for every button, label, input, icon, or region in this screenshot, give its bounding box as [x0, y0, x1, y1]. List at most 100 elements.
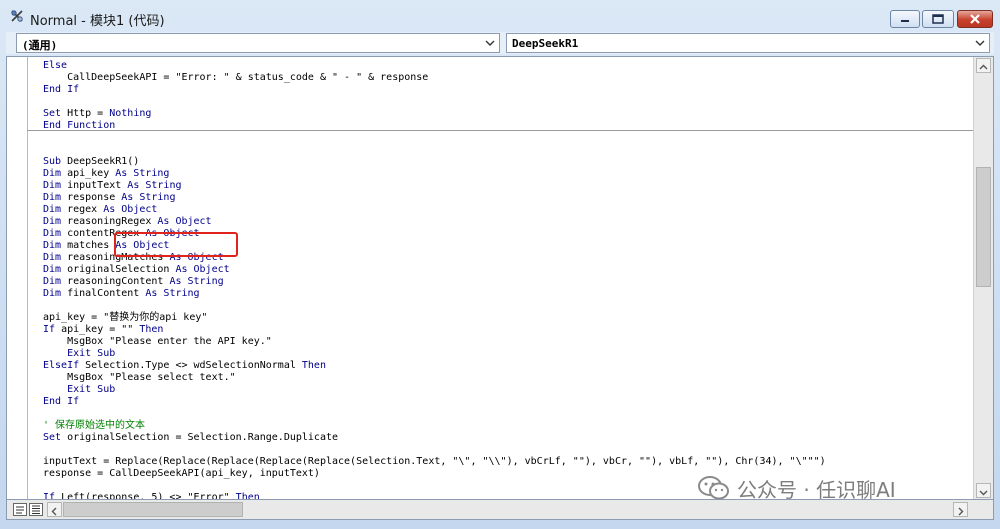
code-keyword: Then: [301, 360, 326, 371]
code-line[interactable]: ' 保存原始选中的文本: [43, 420, 826, 432]
code-keyword: As Object: [157, 216, 212, 227]
code-token: originalSelection: [61, 264, 176, 275]
scroll-left-button[interactable]: [47, 502, 62, 517]
code-keyword: As String: [115, 168, 170, 179]
code-keyword: Sub: [43, 156, 62, 167]
code-line[interactable]: Dim response As String: [43, 192, 826, 204]
vertical-scrollbar[interactable]: [973, 57, 993, 499]
code-line[interactable]: Dim regex As Object: [43, 204, 826, 216]
scroll-down-button[interactable]: [976, 483, 991, 498]
scroll-right-button[interactable]: [953, 502, 968, 517]
code-keyword: Dim: [43, 264, 62, 275]
code-token: api_key = "": [55, 324, 140, 335]
code-keyword: As String: [169, 276, 224, 287]
wechat-icon: [698, 476, 729, 500]
code-line[interactable]: api_key = "替换为你的api key": [43, 312, 826, 324]
minimize-icon: [901, 20, 909, 22]
highlight-box: [114, 232, 238, 257]
chevron-up-icon: [979, 64, 988, 70]
code-keyword: Dim: [43, 252, 62, 263]
code-keyword: Dim: [43, 192, 62, 203]
procedure-view-icon[interactable]: [13, 503, 27, 516]
code-line[interactable]: Dim inputText As String: [43, 180, 826, 192]
code-token: DeepSeekR1(): [61, 156, 140, 167]
code-keyword: Exit Sub: [43, 384, 116, 395]
code-editor[interactable]: Else CallDeepSeekAPI = "Error: " & statu…: [6, 56, 994, 500]
code-text[interactable]: Else CallDeepSeekAPI = "Error: " & statu…: [43, 60, 826, 500]
minimize-button[interactable]: [890, 10, 920, 28]
code-token: MsgBox "Please select text.": [43, 372, 236, 383]
code-token: Http =: [61, 108, 110, 119]
code-line[interactable]: Dim finalContent As String: [43, 288, 826, 300]
code-token: api_key: [61, 168, 116, 179]
code-keyword: As String: [127, 180, 182, 191]
code-keyword: Dim: [43, 240, 62, 251]
margin-indicator-bar[interactable]: [7, 57, 28, 499]
object-dropdown-value: (通用): [22, 39, 58, 52]
code-line[interactable]: [43, 444, 826, 456]
code-token: api_key = "替换为你的api key": [43, 312, 208, 323]
code-line[interactable]: [43, 300, 826, 312]
code-line[interactable]: ElseIf Selection.Type <> wdSelectionNorm…: [43, 360, 826, 372]
code-keyword: ElseIf: [43, 360, 80, 371]
code-line[interactable]: Exit Sub: [43, 348, 826, 360]
code-line[interactable]: Set Http = Nothing: [43, 108, 826, 120]
code-keyword: Exit Sub: [43, 348, 116, 359]
chevron-down-icon: [979, 490, 988, 496]
code-line[interactable]: If api_key = "" Then: [43, 324, 826, 336]
close-button[interactable]: [957, 10, 993, 28]
code-line[interactable]: Dim originalSelection As Object: [43, 264, 826, 276]
code-line[interactable]: End If: [43, 396, 826, 408]
maximize-icon: [932, 14, 944, 24]
code-line[interactable]: inputText = Replace(Replace(Replace(Repl…: [43, 456, 826, 468]
code-keyword: End If: [43, 396, 80, 407]
code-keyword: As String: [145, 288, 200, 299]
code-token: Selection.Type <> wdSelectionNormal: [79, 360, 302, 371]
chevron-down-icon[interactable]: [482, 35, 498, 51]
code-token: inputText: [61, 180, 128, 191]
code-keyword: If: [43, 324, 56, 335]
code-line[interactable]: End If: [43, 84, 826, 96]
watermark-text: 公众号 · 任识聊AI: [737, 477, 896, 502]
procedure-bar: (通用) DeepSeekR1: [6, 32, 994, 54]
horizontal-scroll-thumb[interactable]: [63, 502, 243, 517]
procedure-dropdown[interactable]: DeepSeekR1: [506, 33, 990, 53]
code-line[interactable]: Exit Sub: [43, 384, 826, 396]
code-line[interactable]: Dim reasoningRegex As Object: [43, 216, 826, 228]
code-line[interactable]: Else: [43, 60, 826, 72]
code-keyword: Dim: [43, 216, 62, 227]
title-bar[interactable]: Normal - 模块1 (代码): [0, 0, 1000, 30]
code-token: regex: [61, 204, 104, 215]
code-token: reasoningContent: [61, 276, 170, 287]
word-document-icon: [11, 10, 23, 22]
code-line[interactable]: MsgBox "Please select text.": [43, 372, 826, 384]
code-line[interactable]: Set originalSelection = Selection.Range.…: [43, 432, 826, 444]
code-keyword: Dim: [43, 204, 62, 215]
code-token: inputText = Replace(Replace(Replace(Repl…: [43, 456, 826, 467]
code-line[interactable]: Sub DeepSeekR1(): [43, 156, 826, 168]
window-title: Normal - 模块1 (代码): [30, 14, 165, 29]
chevron-down-icon[interactable]: [972, 35, 988, 51]
code-line[interactable]: [43, 96, 826, 108]
scroll-up-button[interactable]: [976, 58, 991, 73]
code-keyword: Dim: [43, 168, 62, 179]
full-module-view-icon[interactable]: [29, 503, 43, 516]
scroll-thumb[interactable]: [976, 167, 991, 287]
code-token: reasoningRegex: [61, 216, 158, 227]
code-line[interactable]: Dim api_key As String: [43, 168, 826, 180]
code-line[interactable]: [43, 408, 826, 420]
code-keyword: Then: [139, 324, 164, 335]
code-line[interactable]: [43, 132, 826, 144]
object-dropdown[interactable]: (通用): [16, 33, 500, 53]
code-line[interactable]: CallDeepSeekAPI = "Error: " & status_cod…: [43, 72, 826, 84]
chevron-left-icon: [51, 507, 57, 516]
code-keyword: As String: [121, 192, 176, 203]
code-line[interactable]: MsgBox "Please enter the API key.": [43, 336, 826, 348]
code-keyword: Then: [235, 492, 260, 500]
code-line[interactable]: [43, 144, 826, 156]
code-line[interactable]: Dim reasoningContent As String: [43, 276, 826, 288]
horizontal-scrollbar[interactable]: [47, 500, 993, 519]
procedure-separator: [27, 130, 973, 131]
code-keyword: Else: [43, 60, 68, 71]
maximize-button[interactable]: [922, 10, 954, 28]
